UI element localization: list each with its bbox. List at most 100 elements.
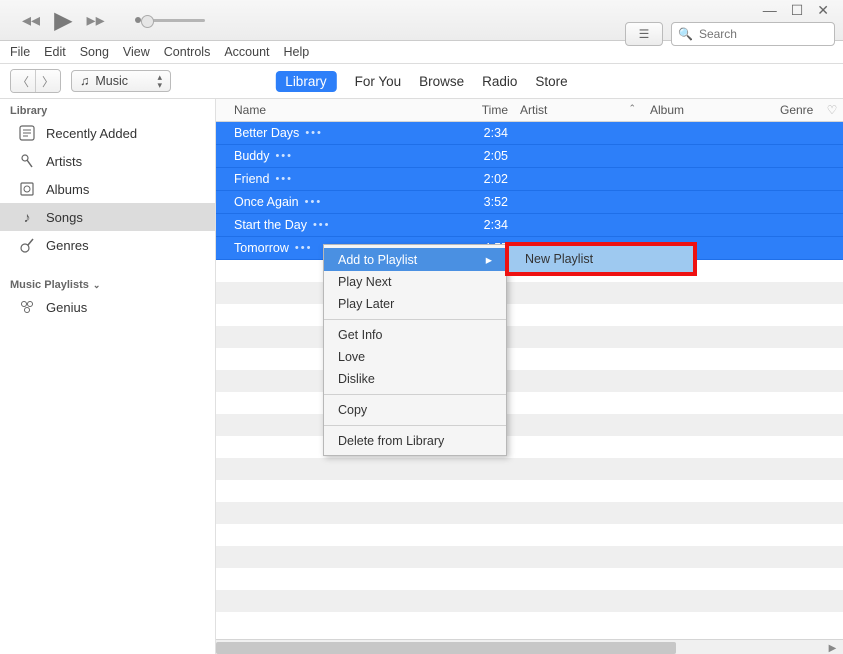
col-time[interactable]: Time: [464, 103, 514, 117]
menu-view[interactable]: View: [123, 45, 150, 59]
more-icon[interactable]: •••: [295, 242, 313, 254]
menu-controls[interactable]: Controls: [164, 45, 211, 59]
empty-row: [216, 436, 843, 458]
col-album[interactable]: Album: [644, 103, 774, 117]
empty-row: [216, 480, 843, 502]
tab-browse[interactable]: Browse: [419, 74, 464, 89]
table-row[interactable]: Start the Day••• 2:34: [216, 214, 843, 237]
sidebar-item-albums[interactable]: Albums: [0, 175, 215, 203]
ctx-get-info[interactable]: Get Info: [324, 324, 506, 346]
col-artist[interactable]: Artist ⌃: [514, 103, 644, 117]
play-icon[interactable]: ▶: [54, 6, 72, 35]
sidebar-item-label: Songs: [46, 210, 83, 225]
empty-row: [216, 370, 843, 392]
guitar-icon: [18, 236, 36, 254]
sidebar-item-label: Albums: [46, 182, 89, 197]
window-controls: — ☐ ✕: [763, 4, 835, 20]
search-field[interactable]: [697, 26, 828, 42]
scrollbar-thumb[interactable]: [216, 642, 676, 654]
maximize-icon[interactable]: ☐: [791, 4, 804, 16]
minimize-icon[interactable]: —: [763, 4, 777, 16]
tab-store[interactable]: Store: [535, 74, 567, 89]
tabs: Library For You Browse Radio Store: [275, 71, 567, 92]
menu-edit[interactable]: Edit: [44, 45, 66, 59]
more-icon[interactable]: •••: [313, 219, 331, 231]
column-headers: Name Time Artist ⌃ Album Genre ♡: [216, 99, 843, 122]
context-menu: Add to Playlist ▸ Play Next Play Later G…: [323, 244, 507, 456]
ctx-separator: [324, 425, 506, 426]
sidebar: Library Recently Added Artists Albums ♪ …: [0, 99, 216, 654]
empty-row: [216, 414, 843, 436]
music-note-icon: ♫: [80, 74, 89, 88]
col-heart-icon[interactable]: ♡: [821, 103, 843, 117]
submenu-new-playlist[interactable]: New Playlist: [505, 242, 697, 276]
ctx-dislike[interactable]: Dislike: [324, 368, 506, 390]
list-view-button[interactable]: ☰: [625, 22, 663, 46]
empty-row: [216, 502, 843, 524]
chevron-updown-icon: ▴▾: [157, 73, 162, 89]
ctx-copy[interactable]: Copy: [324, 399, 506, 421]
chevron-down-icon: ⌄: [93, 280, 101, 291]
horizontal-scrollbar[interactable]: ▶: [216, 639, 843, 654]
close-icon[interactable]: ✕: [817, 4, 829, 16]
table-row[interactable]: Once Again••• 3:52: [216, 191, 843, 214]
clock-icon: [18, 124, 36, 142]
col-name[interactable]: Name: [216, 103, 464, 117]
search-icon: 🔍: [678, 27, 693, 41]
empty-row: [216, 392, 843, 414]
ctx-delete[interactable]: Delete from Library: [324, 430, 506, 452]
sidebar-item-genres[interactable]: Genres: [0, 231, 215, 259]
empty-row: [216, 568, 843, 590]
scroll-right-icon[interactable]: ▶: [824, 640, 841, 654]
sidebar-item-songs[interactable]: ♪ Songs: [0, 203, 215, 231]
search-input[interactable]: 🔍: [671, 22, 835, 46]
more-icon[interactable]: •••: [275, 173, 293, 185]
ctx-separator: [324, 319, 506, 320]
sidebar-playlists-header[interactable]: Music Playlists ⌄: [0, 273, 215, 293]
sidebar-item-label: Recently Added: [46, 126, 137, 141]
forward-button[interactable]: 〉: [36, 70, 60, 92]
menu-help[interactable]: Help: [284, 45, 310, 59]
menu-account[interactable]: Account: [224, 45, 269, 59]
empty-row: [216, 282, 843, 304]
source-select[interactable]: ♫ Music ▴▾: [71, 70, 171, 92]
ctx-separator: [324, 394, 506, 395]
ctx-love[interactable]: Love: [324, 346, 506, 368]
more-icon[interactable]: •••: [305, 196, 323, 208]
more-icon[interactable]: •••: [305, 127, 323, 139]
tab-library[interactable]: Library: [275, 71, 336, 92]
note-icon: ♪: [18, 208, 36, 226]
content: Name Time Artist ⌃ Album Genre ♡ Better …: [216, 99, 843, 654]
empty-row: [216, 348, 843, 370]
sidebar-library-header: Library: [0, 99, 215, 119]
sidebar-item-label: Artists: [46, 154, 82, 169]
volume-min-icon: [135, 17, 141, 23]
volume-slider[interactable]: [135, 17, 205, 23]
ctx-play-next[interactable]: Play Next: [324, 271, 506, 293]
tab-radio[interactable]: Radio: [482, 74, 517, 89]
sidebar-item-genius[interactable]: Genius: [0, 293, 215, 321]
tab-foryou[interactable]: For You: [355, 74, 402, 89]
ctx-add-to-playlist[interactable]: Add to Playlist ▸: [324, 248, 506, 271]
sort-asc-icon: ⌃: [628, 103, 636, 114]
table-row[interactable]: Buddy••• 2:05: [216, 145, 843, 168]
col-genre[interactable]: Genre: [774, 103, 821, 117]
menu-file[interactable]: File: [10, 45, 30, 59]
previous-icon[interactable]: ◂◂: [22, 10, 40, 31]
empty-row: [216, 524, 843, 546]
empty-row: [216, 590, 843, 612]
nav-row: 〈 〉 ♫ Music ▴▾ Library For You Browse Ra…: [0, 64, 843, 99]
playback-controls: ◂◂ ▶ ▸▸: [0, 6, 205, 35]
genius-icon: [18, 298, 36, 316]
more-icon[interactable]: •••: [275, 150, 293, 162]
table-row[interactable]: Better Days••• 2:34: [216, 122, 843, 145]
menu-song[interactable]: Song: [80, 45, 109, 59]
table-row[interactable]: Friend••• 2:02: [216, 168, 843, 191]
empty-row: [216, 458, 843, 480]
sidebar-item-artists[interactable]: Artists: [0, 147, 215, 175]
back-button[interactable]: 〈: [11, 70, 36, 92]
sidebar-item-recently-added[interactable]: Recently Added: [0, 119, 215, 147]
ctx-play-later[interactable]: Play Later: [324, 293, 506, 315]
next-icon[interactable]: ▸▸: [87, 10, 105, 31]
sidebar-item-label: Genius: [46, 300, 87, 315]
